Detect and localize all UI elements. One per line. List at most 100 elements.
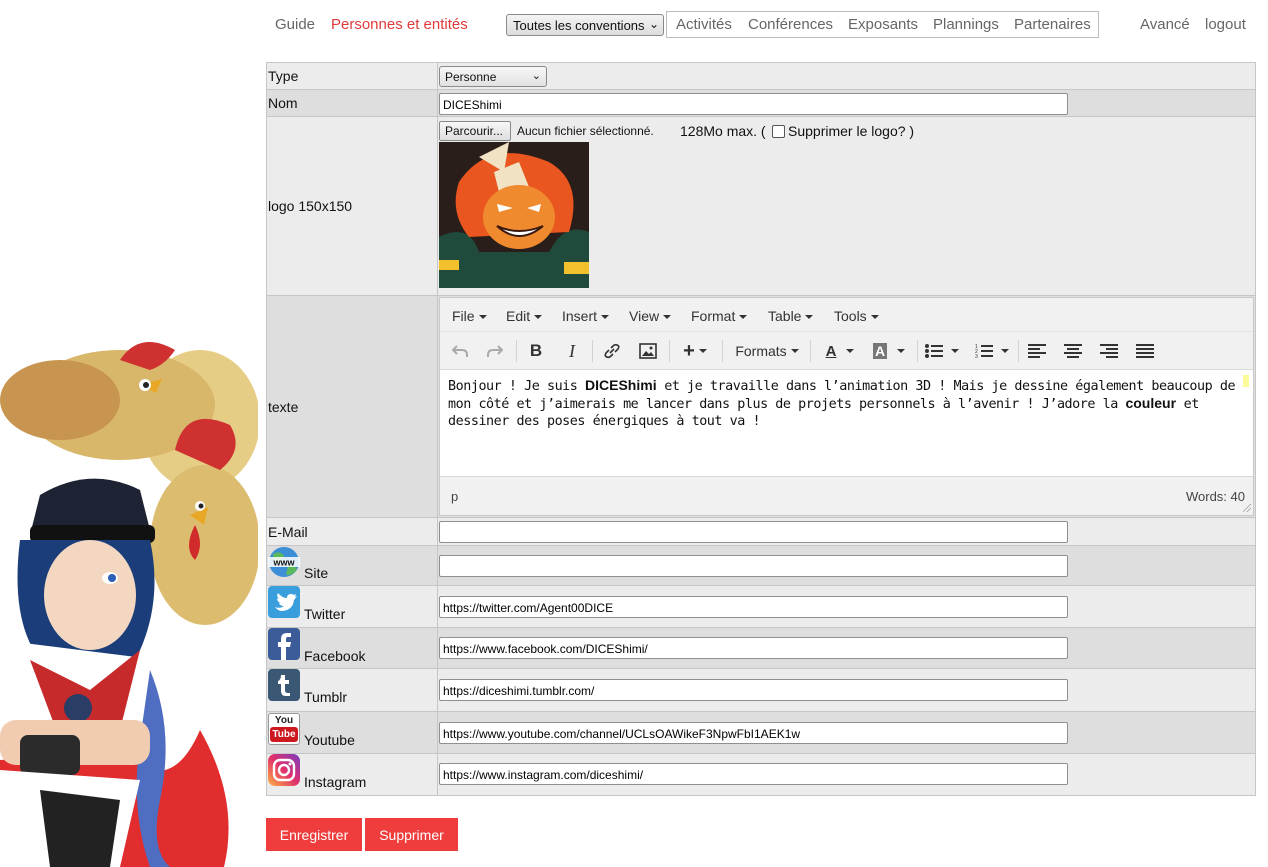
italic-icon[interactable]: I [562,340,582,362]
formats-dropdown[interactable]: Formats [734,340,800,362]
browse-file-button[interactable]: Parcourir... [439,121,511,141]
instagram-input[interactable]: https://www.instagram.com/diceshimi/ [439,763,1068,785]
insert-plus-icon[interactable]: + [678,340,712,362]
row-instagram: Instagram https://www.instagram.com/dice… [267,754,1255,795]
facebook-label-cell: Facebook [267,628,438,668]
cursor-highlight [1243,375,1249,387]
name-label: Nom [267,90,438,116]
nav-plannings[interactable]: Plannings [933,16,999,33]
menu-view[interactable]: View [629,308,672,324]
menu-file[interactable]: File [452,308,487,324]
resize-grip-icon[interactable] [1243,504,1251,512]
twitter-icon [268,586,300,618]
nav-persons[interactable]: Personnes et entités [331,16,468,33]
element-path[interactable]: p [451,489,458,504]
text-label: texte [267,296,438,517]
align-right-icon[interactable] [1099,340,1119,362]
link-icon[interactable] [602,340,622,362]
toolbar-divider [810,340,811,362]
nav-guide[interactable]: Guide [275,16,315,33]
tumblr-icon [268,669,300,701]
menu-table[interactable]: Table [768,308,814,324]
text-color-icon[interactable]: A [820,340,860,362]
undo-icon[interactable] [450,340,470,362]
save-button[interactable]: Enregistrer [266,818,362,851]
email-input[interactable] [439,521,1068,543]
menu-insert[interactable]: Insert [562,308,610,324]
caret-down-icon [846,349,855,353]
delete-button[interactable]: Supprimer [365,818,458,851]
menu-edit[interactable]: Edit [506,308,543,324]
row-text: texte File Edit Insert View Format Table… [267,296,1255,518]
row-logo: logo 150x150 Parcourir... Aucun fichier … [267,117,1255,296]
nav-partners[interactable]: Partenaires [1014,16,1091,33]
word-count: Words: 40 [1185,489,1245,504]
youtube-input[interactable]: https://www.youtube.com/channel/UCLsOAWi… [439,722,1068,744]
name-input[interactable]: DICEShimi [439,93,1068,115]
caret-down-icon [951,349,959,353]
type-label: Type [267,63,438,89]
nav-logout[interactable]: logout [1205,16,1246,33]
youtube-label: Youtube [304,732,355,748]
twitter-label: Twitter [304,606,346,622]
row-twitter: Twitter https://twitter.com/Agent00DICE [267,586,1255,628]
toolbar-divider [722,340,723,362]
www-globe-icon: www [268,547,300,577]
formats-label: Formats [735,343,787,359]
chevron-down-icon: ⌄ [648,17,659,31]
row-type: Type Personne ⌄ [267,63,1255,90]
row-youtube: You Tube Youtube https://www.youtube.com… [267,712,1255,754]
caret-down-icon [663,315,672,320]
tumblr-label: Tumblr [304,689,348,705]
top-navigation: Guide Personnes et entités Toutes les co… [0,0,1268,50]
tumblr-input[interactable]: https://diceshimi.tumblr.com/ [439,679,1068,701]
nav-activities[interactable]: Activités [676,16,732,33]
youtube-icon: You Tube [268,713,300,745]
row-tumblr: Tumblr https://diceshimi.tumblr.com/ [267,669,1255,712]
menu-tools[interactable]: Tools [834,308,879,324]
caret-down-icon [1001,349,1009,353]
align-justify-icon[interactable] [1135,340,1155,362]
editor-content-area[interactable]: Bonjour ! Je suis DICEShimi et je travai… [440,370,1253,477]
max-size-text: 128Mo max. ( [680,123,766,139]
facebook-label: Facebook [304,648,366,664]
align-center-icon[interactable] [1063,340,1083,362]
background-color-icon[interactable]: A [869,340,909,362]
site-input[interactable] [439,555,1068,577]
toolbar-divider [592,340,593,362]
instagram-icon [268,754,300,786]
toolbar-divider [669,340,670,362]
align-left-icon[interactable] [1027,340,1047,362]
nav-conferences[interactable]: Conférences [748,16,833,33]
entity-form: Type Personne ⌄ Nom DICEShimi logo 150x1… [266,62,1256,796]
caret-down-icon [698,349,707,353]
row-name: Nom DICEShimi [267,90,1255,117]
menu-format[interactable]: Format [691,308,748,324]
toolbar-divider [917,340,918,362]
bold-icon[interactable]: B [526,340,546,362]
instagram-label-cell: Instagram [267,754,438,795]
row-email: E-Mail [267,518,1255,546]
nav-exhibitors[interactable]: Exposants [848,16,918,33]
editor-menubar: File Edit Insert View Format Table Tools [440,298,1253,332]
mascot-illustration [0,342,258,867]
delete-logo-checkbox[interactable] [772,125,785,138]
caret-down-icon [790,349,799,353]
conventions-select-value: Toutes les conventions [513,18,645,33]
numbered-list-icon[interactable]: 123 [972,340,1012,362]
caret-down-icon [534,315,543,320]
twitter-input[interactable]: https://twitter.com/Agent00DICE [439,596,1068,618]
youtube-icon-text-top: You [274,715,294,726]
type-select-value: Personne [445,70,497,84]
bullet-list-icon[interactable] [922,340,962,362]
conventions-select[interactable]: Toutes les conventions ⌄ [506,14,664,36]
editor-statusbar: p Words: 40 [440,477,1253,514]
svg-text:www: www [272,558,295,568]
redo-icon[interactable] [485,340,505,362]
type-select[interactable]: Personne ⌄ [439,66,547,87]
no-file-text: Aucun fichier sélectionné. [517,124,654,138]
nav-advanced[interactable]: Avancé [1140,16,1190,33]
logo-image [439,142,589,288]
image-icon[interactable] [638,340,658,362]
facebook-input[interactable]: https://www.facebook.com/DICEShimi/ [439,637,1068,659]
